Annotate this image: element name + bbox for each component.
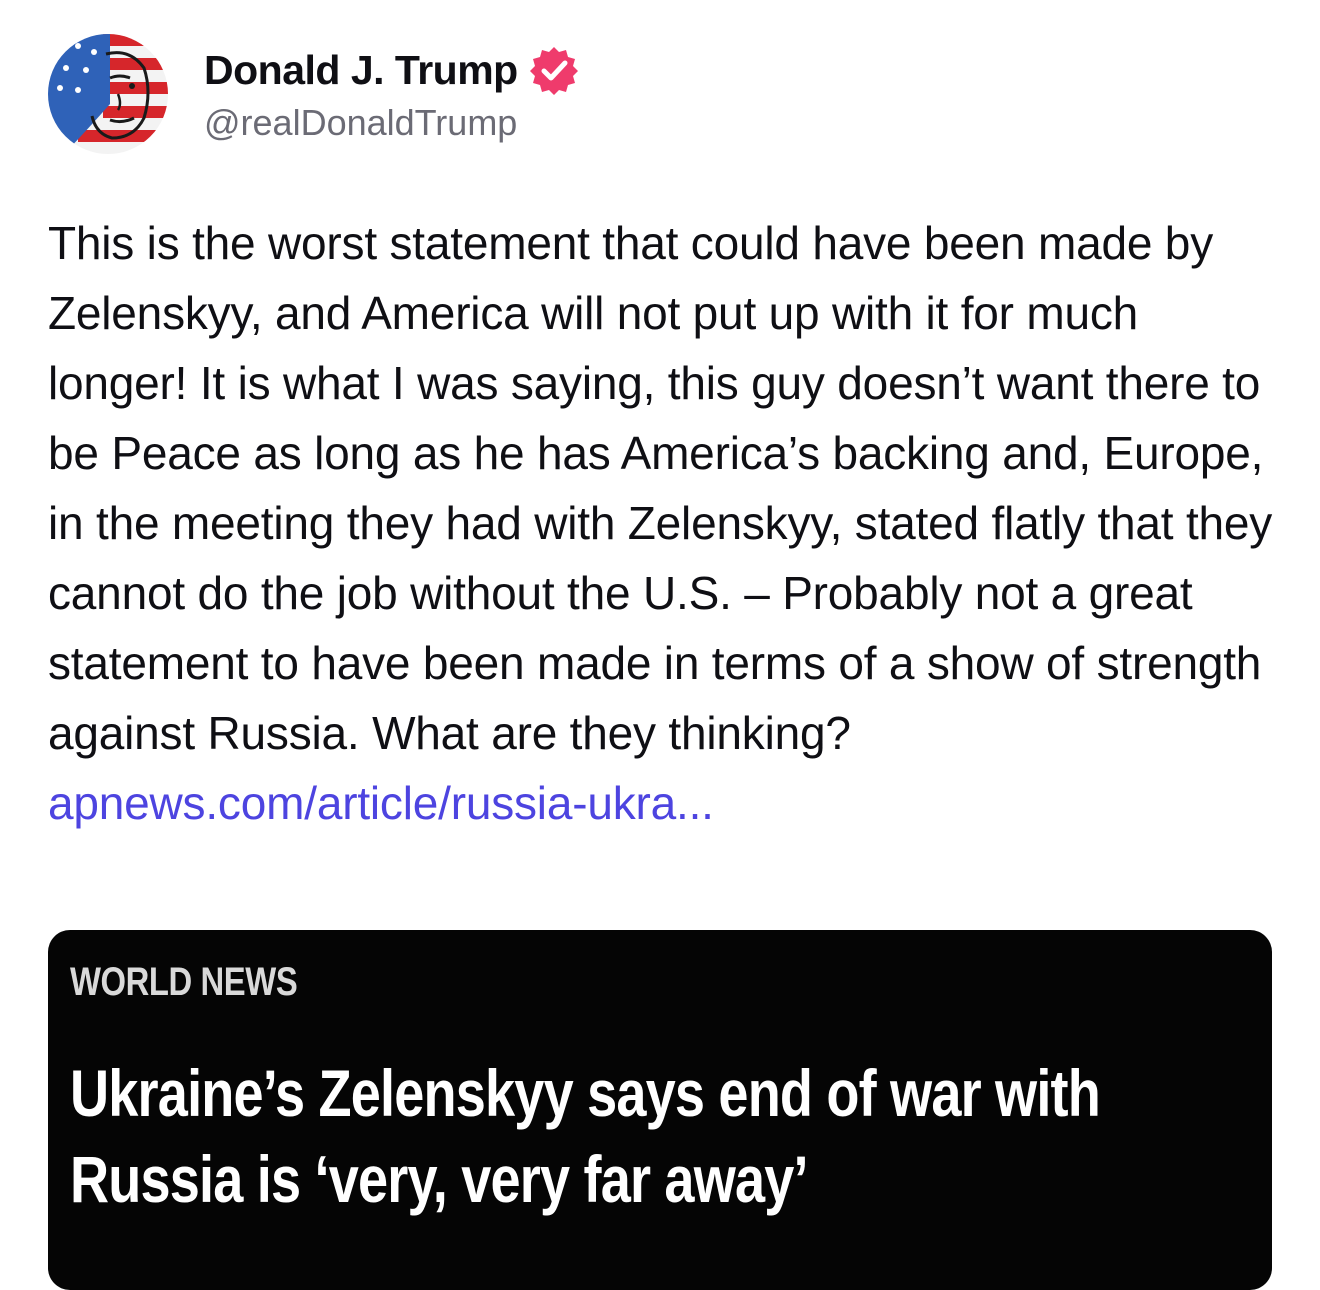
post-header: Donald J. Trump @realDonaldTrump (48, 34, 580, 154)
verified-badge-icon (528, 44, 580, 96)
display-name[interactable]: Donald J. Trump (204, 47, 518, 94)
post-body: This is the worst statement that could h… (48, 208, 1288, 838)
link-preview-card[interactable]: WORLD NEWS Ukraine’s Zelenskyy says end … (48, 930, 1272, 1290)
preview-section-label: WORLD NEWS (70, 960, 298, 1004)
avatar[interactable] (48, 34, 168, 154)
flag-portrait-avatar-icon (48, 34, 168, 154)
name-row: Donald J. Trump (204, 44, 580, 96)
user-handle[interactable]: @realDonaldTrump (204, 102, 580, 144)
preview-headline: Ukraine’s Zelenskyy says end of war with… (70, 1056, 1101, 1216)
article-link[interactable]: apnews.com/article/russia-ukra... (48, 777, 714, 829)
author-identity: Donald J. Trump @realDonaldTrump (204, 44, 580, 144)
post-text: This is the worst statement that could h… (48, 217, 1273, 759)
